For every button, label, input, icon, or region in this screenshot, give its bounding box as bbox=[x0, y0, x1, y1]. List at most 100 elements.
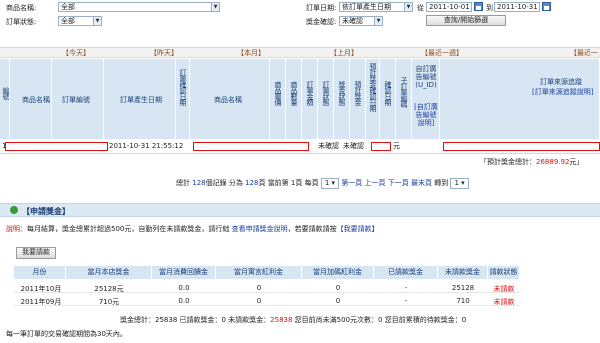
cell-store: 25128元 bbox=[94, 285, 124, 293]
chevron-down-icon: ▼ bbox=[374, 17, 382, 25]
cell-paid: - bbox=[404, 297, 408, 305]
cell-month: 2011年09月 bbox=[20, 298, 62, 306]
note-mid: ，若要請款請按 bbox=[287, 225, 337, 233]
order-date-label: 訂單日期: bbox=[306, 4, 337, 12]
pager-pages-suffix: 頁 bbox=[258, 179, 266, 187]
calendar-icon[interactable] bbox=[542, 2, 551, 11]
col-unit-price: 商品單價 bbox=[274, 81, 282, 105]
row-bonus-unit: 元 bbox=[393, 142, 400, 150]
estimated-bonus-total: 「預計獎金總計：26889.92元」 bbox=[480, 157, 583, 167]
summary-tail: 您目前尚未滿500元次數：0 您目前累積的待款獎金：0 bbox=[292, 316, 467, 324]
tab-last-week[interactable]: 【最近一週】 bbox=[421, 48, 463, 58]
product-name-select[interactable]: 全部 ▼ bbox=[58, 2, 220, 12]
tab-this-month[interactable]: 【本月】 bbox=[237, 48, 265, 58]
request-bonus-button[interactable]: 我要請款 bbox=[16, 247, 56, 259]
summary-text: 獎金總計：25838 已請款獎金：0 未請款獎金： bbox=[120, 316, 271, 324]
summary-unpaid: 25838 bbox=[270, 316, 293, 324]
col-bonus-confirm-date: 預計獎金確認日期 bbox=[369, 63, 377, 111]
pager-pages-prefix: 分為 bbox=[228, 179, 243, 187]
pager-per-page-prefix: 每頁 bbox=[304, 179, 319, 187]
bonus-section-header: 【申請獎金】 bbox=[0, 203, 600, 217]
note-text: 每月結算，獎金總累計超過500元，自動列在未請款獎金，請行絀 bbox=[27, 225, 230, 233]
redacted-bonus bbox=[371, 142, 391, 151]
order-date-type-value: 依訂單產生日期 bbox=[342, 3, 391, 11]
per-page-select[interactable]: 1 ▾ bbox=[320, 178, 340, 189]
bonus-note: 說明：每月結算，獎金總累計超過500元，自動列在未請款獎金，請行絀 查看申請獎金… bbox=[6, 224, 379, 234]
search-button[interactable]: 查詢/開始篩選 bbox=[426, 15, 506, 26]
col-rebate: 當月消費回饋金 bbox=[152, 266, 216, 279]
date-to-input[interactable]: 2011-10-31 bbox=[494, 2, 540, 12]
product-name-label: 商品名稱: bbox=[6, 4, 37, 12]
col-bonus-status: 獎金狀態 bbox=[338, 81, 346, 105]
pager: 總計 128個記錄 分為 128頁 當前第 1頁 每頁 1 ▾ 第一頁 上一頁 … bbox=[176, 177, 469, 189]
bonus-status-select[interactable]: 未確認 ▼ bbox=[339, 16, 383, 26]
pager-total-count: 128 bbox=[192, 179, 206, 187]
bonus-help-link[interactable]: 查看申請獎金說明 bbox=[232, 225, 288, 233]
last-page-link[interactable]: 最末頁 bbox=[411, 179, 432, 187]
row-order-status: 未確認 bbox=[318, 142, 339, 150]
cell-status: 未請款 bbox=[493, 285, 515, 293]
tab-today[interactable]: 【今天】 bbox=[62, 48, 90, 58]
pager-current-prefix: 當前第 bbox=[267, 179, 289, 187]
col-order-status: 訂單狀態 bbox=[322, 81, 330, 105]
pager-total-suffix: 個記錄 bbox=[205, 179, 227, 187]
col-seq: 編號 bbox=[2, 87, 10, 99]
source-track-help-link[interactable]: [訂單來源追蹤說明] bbox=[532, 87, 593, 97]
cell-unpaid: 25128 bbox=[451, 284, 475, 292]
col-status: 請款狀態 bbox=[488, 266, 520, 279]
date-to-label: 到 bbox=[486, 4, 493, 12]
order-status-value: 全部 bbox=[61, 17, 75, 25]
date-from-label: 從 bbox=[417, 4, 424, 12]
redacted-product-name bbox=[193, 142, 309, 151]
col-product-name-2: 商品名稱 bbox=[214, 96, 242, 104]
bonus-status-value: 未確認 bbox=[342, 17, 363, 25]
cell-fable: 0 bbox=[256, 297, 262, 305]
pager-current-suffix: 頁 bbox=[295, 179, 303, 187]
col-confirm-date: 確認日期 bbox=[384, 81, 392, 105]
goto-page-select[interactable]: 1 ▾ bbox=[450, 178, 469, 189]
cell-status: 未請款 bbox=[493, 298, 515, 306]
request-bonus-link[interactable]: 【我要請款】 bbox=[337, 225, 379, 233]
date-from-input[interactable]: 2011-10-01 bbox=[426, 2, 472, 12]
total-unit: 元」 bbox=[569, 158, 584, 166]
note-label: 說明： bbox=[6, 225, 27, 233]
col-order-amount: 訂單金額 bbox=[306, 81, 314, 105]
calendar-icon[interactable] bbox=[474, 2, 483, 11]
first-page-link[interactable]: 第一頁 bbox=[341, 179, 362, 187]
tab-yesterday[interactable]: 【昨天】 bbox=[150, 48, 178, 58]
col-extra-bonus: 當月加碼紅利金 bbox=[302, 266, 374, 279]
redacted-order-no bbox=[5, 142, 108, 151]
tab-recent[interactable]: 【最近一 bbox=[570, 48, 598, 58]
col-order-no: 訂單編號 bbox=[62, 96, 90, 104]
footer-note: 每一筆訂單的交易確認期間為30天內。 bbox=[6, 330, 127, 338]
col-order-created: 訂單產生日期 bbox=[120, 96, 162, 104]
table-row: 2011年10月 25128元 0.0 0 0 - 25128 未請款 bbox=[14, 282, 520, 293]
order-status-select[interactable]: 全部 ▼ bbox=[58, 16, 102, 26]
cell-unpaid: 710 bbox=[456, 297, 470, 305]
col-est-bonus: 預計獎金 bbox=[354, 81, 362, 105]
order-status-label: 訂單狀態: bbox=[6, 18, 37, 26]
col-product-name: 商品名稱 bbox=[22, 96, 50, 104]
col-source-track: 訂單來源追蹤 bbox=[540, 78, 582, 86]
total-label: 「預計獎金總計： bbox=[480, 158, 536, 166]
cell-rebate: 0.0 bbox=[178, 284, 190, 292]
pager-total-prefix: 總計 bbox=[176, 179, 190, 187]
divider bbox=[0, 153, 600, 154]
ad-source-help-link[interactable]: [自訂廣告編號說明] bbox=[414, 103, 438, 127]
next-page-link[interactable]: 下一頁 bbox=[388, 179, 409, 187]
tab-last-month[interactable]: 【上月】 bbox=[330, 48, 358, 58]
row-created: 2011-10-31 21:55:12 bbox=[109, 142, 184, 150]
per-page-value: 1 bbox=[324, 179, 330, 187]
period-tabs: 【今天】 【昨天】 【本月】 【上月】 【最近一週】 【最近一 bbox=[0, 47, 600, 58]
col-sub-id: 子訂單編碼 bbox=[400, 77, 408, 107]
bonus-section-title: 【申請獎金】 bbox=[22, 207, 70, 216]
col-store-bonus: 當月本店獎金 bbox=[66, 266, 152, 279]
order-date-type-select[interactable]: 依訂單產生日期 ▼ bbox=[339, 2, 413, 12]
bonus-status-label: 獎金確認: bbox=[306, 18, 337, 26]
cell-store: 710元 bbox=[98, 298, 120, 306]
prev-page-link[interactable]: 上一頁 bbox=[365, 179, 386, 187]
cell-rebate: 0.0 bbox=[178, 297, 190, 305]
col-order-confirm-date: 訂單確認日期 bbox=[179, 69, 187, 105]
product-name-value: 全部 bbox=[61, 3, 75, 11]
bonus-summary: 獎金總計：25838 已請款獎金：0 未請款獎金：25838 您目前尚未滿500… bbox=[120, 315, 466, 325]
